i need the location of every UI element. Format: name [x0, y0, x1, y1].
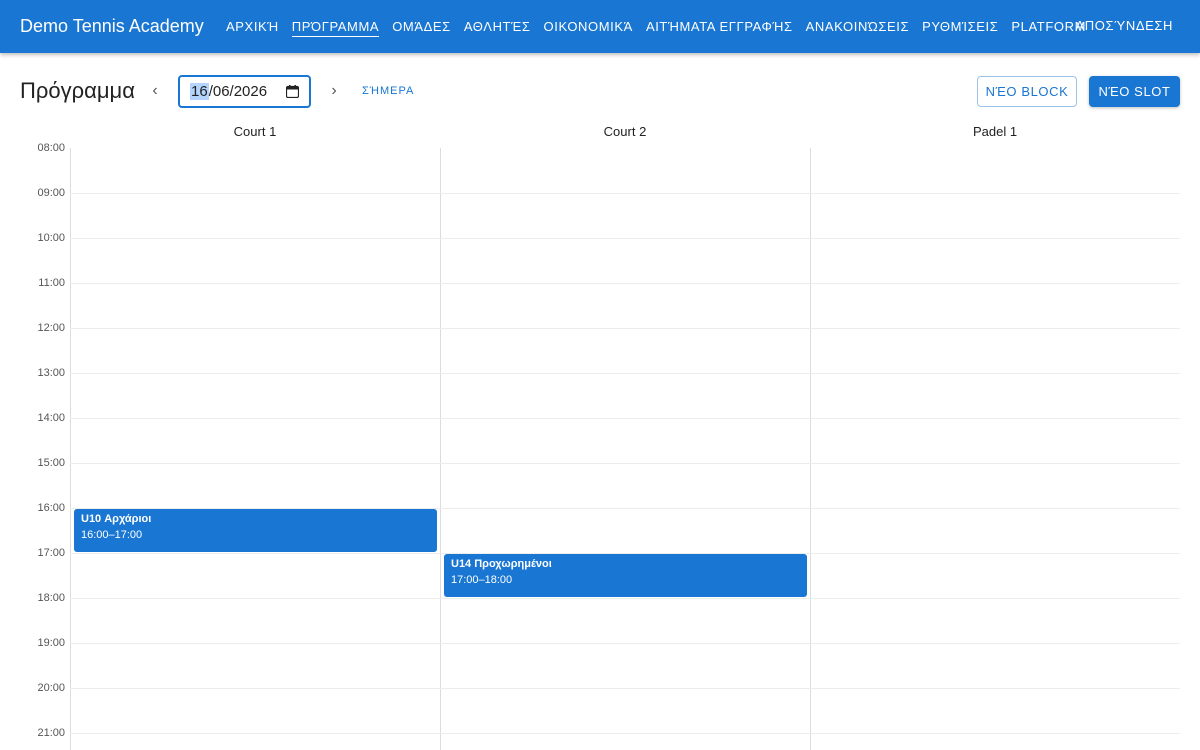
nav-item-1[interactable]: ΠΡΌΓΡΑΜΜΑ: [291, 17, 380, 37]
hour-gridline: [70, 283, 1180, 284]
main-nav: ΑΡΧΙΚΉ ΠΡΌΓΡΑΜΜΑ ΟΜΆΔΕΣ ΑΘΛΗΤΈΣ ΟΙΚΟΝΟΜΙΚΆ ΑΙ…: [226, 0, 1099, 53]
page-title: Πρόγραμμα: [20, 78, 135, 103]
next-day-button[interactable]: ›: [327, 82, 341, 100]
hour-gridline: [70, 373, 1180, 374]
app-bar: Demo Tennis Academy ΑΡΧΙΚΉ ΠΡΌΓΡΑΜΜΑ ΟΜΆΔΕ…: [0, 0, 1200, 53]
today-button[interactable]: ΣΉΜΕΡΑ: [362, 85, 414, 97]
schedule-event[interactable]: U10 Αρχάριοι 16:00–17:00: [74, 509, 437, 552]
hour-label: 11:00: [38, 277, 65, 289]
calendar-icon[interactable]: [286, 85, 299, 98]
hour-label: 15:00: [37, 457, 65, 469]
hour-label: 16:00: [37, 502, 65, 514]
date-input[interactable]: 16/06/2026: [178, 75, 311, 108]
nav-item-2[interactable]: ΟΜΆΔΕΣ: [392, 17, 451, 36]
hour-gridline: [70, 733, 1180, 734]
new-slot-button[interactable]: ΝΈΟ SLOT: [1089, 76, 1180, 107]
schedule-event[interactable]: U14 Προχωρημένοι 17:00–18:00: [444, 554, 807, 597]
hour-label: 10:00: [37, 232, 65, 244]
hour-label: 18:00: [37, 592, 65, 604]
hour-gridline: [70, 643, 1180, 644]
nav-item-0[interactable]: ΑΡΧΙΚΉ: [226, 17, 279, 36]
date-day-segment[interactable]: 16: [190, 83, 209, 100]
new-block-button[interactable]: ΝΈΟ BLOCK: [977, 76, 1077, 107]
hour-label: 13:00: [37, 367, 65, 379]
hour-label: 20:00: [37, 682, 65, 694]
court-header-0: Court 1: [233, 124, 277, 139]
hour-gridline: [70, 193, 1180, 194]
court-header-1: Court 2: [603, 124, 647, 139]
hour-label: 09:00: [37, 187, 65, 199]
event-title: U10 Αρχάριοι: [81, 513, 152, 525]
hour-gridline: [70, 418, 1180, 419]
hour-gridline: [70, 598, 1180, 599]
logout-button[interactable]: ΑΠΟΣΎΝΔΕΣΗ: [1076, 18, 1174, 33]
nav-item-3[interactable]: ΑΘΛΗΤΈΣ: [464, 17, 531, 36]
hour-label: 17:00: [37, 547, 65, 559]
hour-gridline: [70, 463, 1180, 464]
nav-item-5[interactable]: ΑΙΤΉΜΑΤΑ ΕΓΓΡΑΦΉΣ: [646, 17, 793, 36]
event-time: 17:00–18:00: [451, 574, 513, 586]
brand-title[interactable]: Demo Tennis Academy: [20, 15, 204, 37]
nav-item-4[interactable]: ΟΙΚΟΝΟΜΙΚΆ: [544, 17, 633, 36]
event-time: 16:00–17:00: [81, 529, 143, 541]
date-rest-segment[interactable]: /06/2026: [209, 83, 267, 100]
hour-label: 19:00: [37, 637, 65, 649]
hour-label: 12:00: [37, 322, 65, 334]
hour-label: 08:00: [37, 142, 65, 154]
hour-label: 21:00: [37, 727, 65, 739]
nav-item-7[interactable]: ΡΥΘΜΊΣΕΙΣ: [922, 17, 998, 36]
nav-item-6[interactable]: ΑΝΑΚΟΙΝΏΣΕΙΣ: [806, 17, 909, 36]
event-title: U14 Προχωρημένοι: [451, 558, 552, 570]
hour-gridline: [70, 328, 1180, 329]
prev-day-button[interactable]: ‹: [148, 82, 162, 100]
court-header-2: Padel 1: [972, 124, 1018, 139]
hour-label: 14:00: [37, 412, 65, 424]
hour-gridline: [70, 688, 1180, 689]
hour-gridline: [70, 238, 1180, 239]
